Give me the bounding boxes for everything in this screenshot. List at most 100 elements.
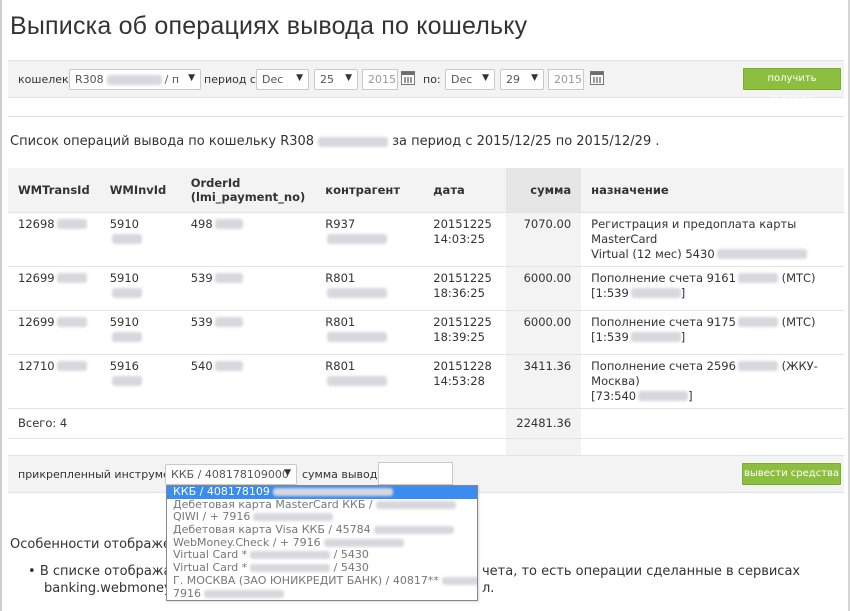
dropdown-option[interactable]: 7916 (167, 588, 477, 601)
from-day-select[interactable]: 25 ▼ (314, 69, 358, 90)
dropdown-option[interactable]: Дебетовая карта MasterCard ККБ / (167, 499, 477, 512)
col-date: дата (423, 168, 507, 213)
redacted-value (250, 564, 331, 573)
to-month-select[interactable]: Dec ▼ (445, 69, 495, 90)
cell-date: 20151225 18:39:25 (423, 310, 507, 355)
redacted-value (441, 576, 477, 585)
redacted-value (214, 219, 243, 229)
cell-wmtransid: 12698 (8, 212, 100, 267)
to-year-input[interactable]: 2015 (548, 69, 584, 90)
dropdown-option[interactable]: ККБ / 408178109 (167, 486, 477, 499)
caption-prefix: Список операций вывода по кошельку R308 (10, 134, 315, 149)
wallet-label: кошелек: (18, 73, 73, 86)
redacted-wallet (318, 136, 389, 147)
table-row: 12698 5910 498 R937 20151225 14:03:25 7070.00 Р… (8, 212, 844, 267)
cell-wminvid: 5910 (99, 310, 181, 355)
redacted-value (56, 219, 87, 229)
to-day-select[interactable]: 29 ▼ (500, 69, 544, 90)
statement-caption: Список операций вывода по кошельку R308 з… (10, 134, 659, 149)
cell-wmtransid: 12699 (8, 266, 100, 311)
dropdown-option[interactable]: QIWI / + 7916 (167, 511, 477, 524)
withdraw-amount-label: сумма вывода: (302, 468, 388, 481)
redacted-value (327, 288, 388, 298)
instrument-select[interactable]: ККБ / 408178109000 ▼ (165, 464, 297, 485)
to-day-value: 29 (506, 73, 520, 86)
from-month-select[interactable]: Dec ▼ (256, 69, 309, 90)
redacted-value (111, 234, 142, 244)
col-amount: сумма (506, 168, 582, 213)
redacted-value (323, 538, 404, 547)
features-heading: Особенности отображен (10, 537, 180, 552)
to-month-value: Dec (451, 73, 473, 86)
total-label: Всего: 4 (8, 408, 507, 439)
cell-wminvid: 5916 (99, 354, 181, 409)
period-to-label: по: (423, 73, 441, 86)
cell-amount: 3411.36 (506, 354, 582, 409)
redacted-value (204, 589, 284, 598)
col-orderid-line2: (lmi_payment_no) (190, 189, 306, 204)
from-year-input[interactable]: 2015 (362, 69, 398, 90)
total-empty (581, 408, 844, 439)
cell-counterparty: R801 (315, 354, 424, 409)
wallet-select[interactable]: R308 / п ▼ (69, 69, 201, 90)
cell-date: 20151225 14:03:25 (423, 212, 507, 267)
chevron-down-icon: ▼ (296, 73, 303, 83)
table-row: 12699 5910 539 R801 20151225 18:39:25 6000.00 П… (8, 310, 844, 355)
cell-counterparty: R801 (315, 266, 424, 311)
cell-counterparty: R937 (315, 212, 424, 267)
bullet-item-cont: banking.webmoney. (44, 581, 174, 596)
redacted-value (737, 273, 778, 283)
divider (8, 116, 844, 117)
bullet-1-left: В списке отображае (39, 564, 180, 579)
dropdown-option[interactable]: Дебетовая карта Visa ККБ / 45784 (167, 524, 477, 537)
redacted-value (250, 551, 331, 560)
cell-purpose: Пополнение счета 9161 (МТС) [1:539] (581, 266, 844, 311)
get-statement-button[interactable]: получить выписку (743, 68, 841, 104)
cell-counterparty: R801 (315, 310, 424, 355)
col-purpose: назначение (581, 168, 844, 213)
cell-amount: 7070.00 (506, 212, 582, 267)
redacted-value (56, 273, 87, 283)
chevron-down-icon: ▼ (345, 73, 352, 83)
redacted-value (214, 361, 243, 371)
redacted-value (373, 526, 454, 535)
withdraw-amount-input[interactable] (378, 462, 453, 485)
redacted-value (327, 332, 388, 342)
dropdown-option[interactable]: Г. МОСКВА (ЗАО ЮНИКРЕДИТ БАНК) / 40817** (167, 575, 477, 588)
redacted-value (253, 513, 334, 522)
cell-purpose: Пополнение счета 9175 (МТС) [1:539] (581, 310, 844, 355)
dropdown-option[interactable]: Virtual Card * / 5430 (167, 549, 477, 562)
col-counterparty: контрагент (315, 168, 424, 213)
redacted-value (737, 361, 778, 371)
cell-wmtransid: 12699 (8, 310, 100, 355)
filter-bar: кошелек: R308/ п ▼ период с: Dec ▼ 25 ▼ … (8, 60, 844, 104)
redacted-value (716, 249, 807, 259)
bullet-item-cont-right: л. (482, 581, 495, 596)
cell-wmtransid: 12710 (8, 354, 100, 409)
dropdown-option[interactable]: WebMoney.Check / + 7916 (167, 537, 477, 550)
withdraw-funds-button[interactable]: вывести средства (742, 463, 841, 485)
cell-wminvid: 5910 (99, 266, 181, 311)
bullet-item: • В списке отображае (28, 564, 180, 579)
cell-wminvid: 5910 (99, 212, 181, 267)
calendar-icon[interactable] (590, 71, 604, 85)
total-amount: 22481.36 (506, 408, 582, 439)
redacted-value (638, 391, 689, 401)
page-title: Выписка об операциях вывода по кошельку (10, 12, 528, 40)
instrument-select-value: ККБ / 408178109000 (171, 468, 289, 481)
wallet-select-value: R308 (75, 73, 104, 86)
redacted-wallet (106, 75, 162, 85)
calendar-icon[interactable] (401, 71, 415, 85)
instrument-dropdown-list[interactable]: ККБ / 408178109 Дебетовая карта MasterCa… (166, 485, 478, 602)
col-wminvid: WMInvId (99, 168, 181, 213)
table-row: 12710 5916 540 R801 20151228 14:53:28 3411.36 П… (8, 354, 844, 409)
redacted-value (111, 332, 142, 342)
caption-suffix: за период с 2015/12/25 по 2015/12/29 . (392, 134, 660, 149)
chevron-down-icon: ▼ (531, 73, 538, 83)
chevron-down-icon: ▼ (482, 73, 489, 83)
instrument-label: прикрепленный инструмент: (18, 468, 188, 481)
cell-orderid: 539 (180, 266, 316, 311)
dropdown-option[interactable]: Virtual Card * / 5430 (167, 562, 477, 575)
chevron-down-icon: ▼ (284, 468, 291, 478)
col-wmtransid: WMTransId (8, 168, 100, 213)
